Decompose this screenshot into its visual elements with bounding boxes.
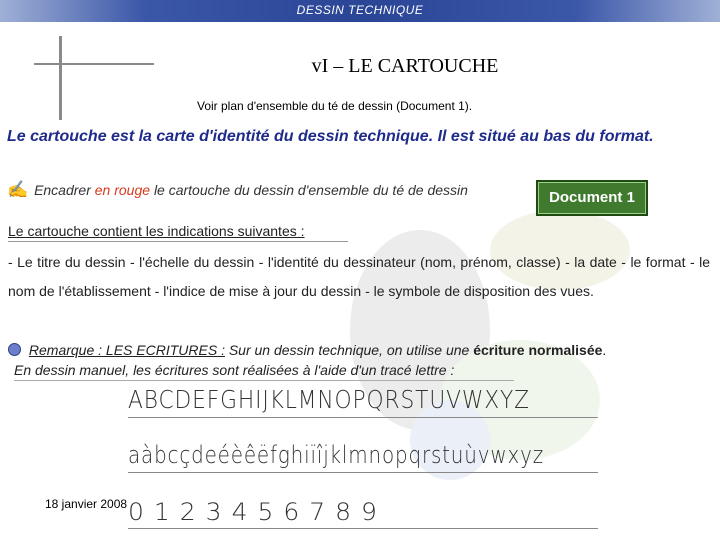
task-rest: le cartouche du dessin d'ensemble du té … [153, 182, 468, 198]
pen-icon: ✍ [7, 180, 29, 199]
indications-list: - Le titre du dessin - l'échelle du dess… [8, 254, 710, 299]
document-1-button[interactable]: Document 1 [536, 180, 648, 216]
lead-text: Le cartouche contient les indications su… [8, 223, 305, 239]
intro-paragraph: Le cartouche est la carte d'identité du … [7, 128, 654, 145]
remark-underline [14, 380, 514, 381]
header-bar: DESSIN TECHNIQUE [0, 0, 720, 22]
uppercase-lettering: ABCDEFGHIJKLMNOPQRSTUVWXYZ [128, 385, 530, 414]
slide-title: vI – LE CARTOUCHE [311, 55, 499, 77]
remark-bold: écriture normalisée [473, 342, 603, 358]
task-instruction: ✍ Encadrer en rouge le cartouche du dess… [7, 180, 468, 200]
lowercase-lettering: aàbcçdeéèêëfghiïîjklmnopqrstuùvwxyz [128, 441, 544, 469]
slide-date: 18 janvier 2008 [45, 497, 128, 511]
remark-line: Remarque : LES ECRITURES : Sur un dessin… [8, 342, 606, 358]
bullet-icon [8, 343, 21, 356]
lowercase-baseline [128, 472, 598, 473]
remark-end: . [602, 342, 607, 358]
decorative-vertical-line [59, 36, 62, 120]
digits-baseline [128, 528, 598, 529]
task-highlight: en rouge [94, 182, 151, 198]
remark-label: Remarque : LES ECRITURES : [28, 342, 225, 358]
remark-text: Sur un dessin technique, on utilise une [228, 342, 470, 358]
header-title: DESSIN TECHNIQUE [296, 3, 424, 17]
remark-line-2: En dessin manuel, les écritures sont réa… [14, 362, 455, 378]
slide-subtitle: Voir plan d'ensemble du té de dessin (Do… [197, 99, 473, 113]
digits-lettering: 0 1 2 3 4 5 6 7 8 9 [128, 498, 378, 526]
lead-underline [8, 241, 348, 242]
uppercase-baseline [128, 417, 598, 418]
task-prefix: Encadrer [34, 182, 91, 198]
